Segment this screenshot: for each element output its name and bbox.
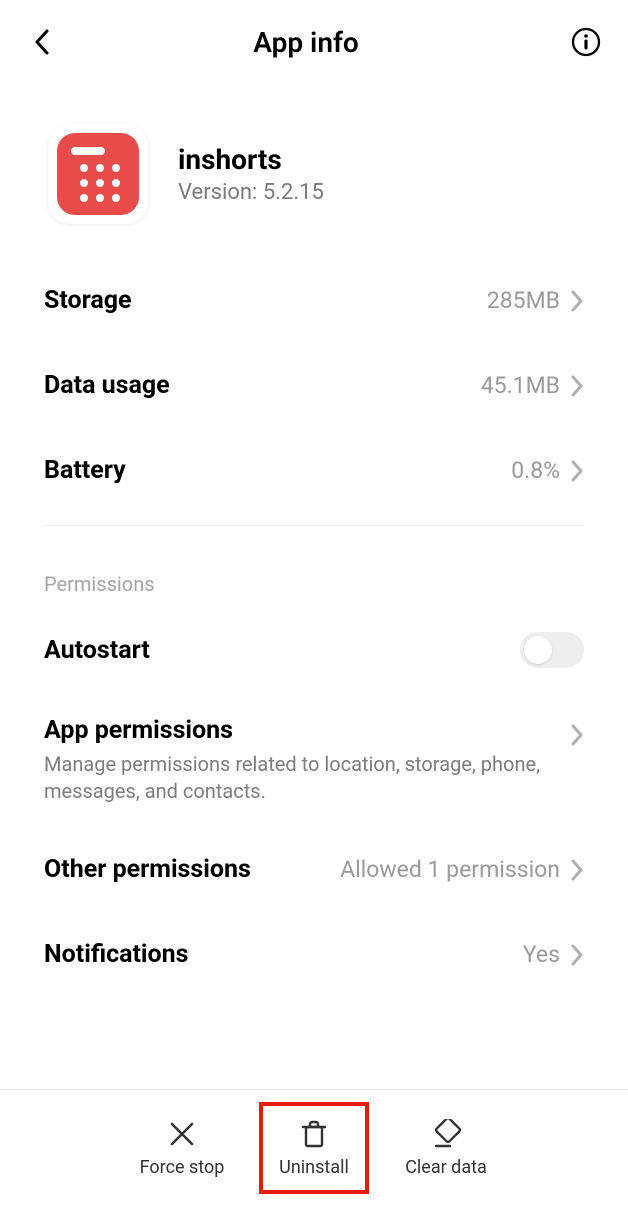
battery-row[interactable]: Battery 0.8% (44, 428, 584, 513)
clear-data-label: Clear data (405, 1157, 487, 1178)
page-title: App info (44, 26, 568, 59)
chevron-right-icon (570, 859, 584, 881)
trash-icon (301, 1119, 327, 1149)
storage-label: Storage (44, 286, 132, 315)
other-permissions-row[interactable]: Other permissions Allowed 1 permission (44, 827, 584, 912)
force-stop-label: Force stop (140, 1157, 225, 1178)
notifications-row[interactable]: Notifications Yes (44, 912, 584, 997)
app-header: inshorts Version: 5.2.15 (0, 84, 628, 258)
eraser-icon (430, 1119, 462, 1149)
data-usage-value: 45.1MB (481, 372, 560, 399)
autostart-toggle[interactable] (520, 632, 584, 668)
chevron-right-icon (570, 290, 584, 312)
notifications-value: Yes (523, 941, 560, 968)
battery-label: Battery (44, 456, 126, 485)
data-usage-label: Data usage (44, 371, 170, 400)
info-button[interactable] (568, 24, 604, 60)
permissions-section-label: Permissions (44, 526, 584, 614)
bottom-bar: Force stop Uninstall Clear data (0, 1089, 628, 1205)
app-permissions-label: App permissions (44, 716, 554, 745)
info-icon (571, 27, 601, 57)
storage-value: 285MB (487, 287, 560, 314)
chevron-right-icon (570, 944, 584, 966)
autostart-label: Autostart (44, 636, 150, 665)
app-permissions-subtext: Manage permissions related to location, … (44, 751, 554, 805)
app-name: inshorts (178, 143, 324, 176)
storage-row[interactable]: Storage 285MB (44, 258, 584, 343)
uninstall-label: Uninstall (279, 1157, 349, 1178)
notifications-label: Notifications (44, 940, 189, 969)
chevron-right-icon (570, 460, 584, 482)
chevron-right-icon (570, 724, 584, 746)
toggle-knob (524, 636, 552, 664)
clear-data-button[interactable]: Clear data (391, 1102, 501, 1194)
chevron-right-icon (570, 375, 584, 397)
other-permissions-label: Other permissions (44, 855, 251, 884)
battery-value: 0.8% (511, 457, 560, 484)
uninstall-button[interactable]: Uninstall (259, 1102, 369, 1194)
app-icon (48, 124, 148, 224)
app-permissions-row[interactable]: App permissions Manage permissions relat… (44, 694, 584, 827)
close-icon (168, 1120, 196, 1148)
data-usage-row[interactable]: Data usage 45.1MB (44, 343, 584, 428)
app-version: Version: 5.2.15 (178, 180, 324, 205)
other-permissions-value: Allowed 1 permission (340, 856, 560, 883)
force-stop-button[interactable]: Force stop (127, 1102, 237, 1194)
autostart-row: Autostart (44, 614, 584, 694)
